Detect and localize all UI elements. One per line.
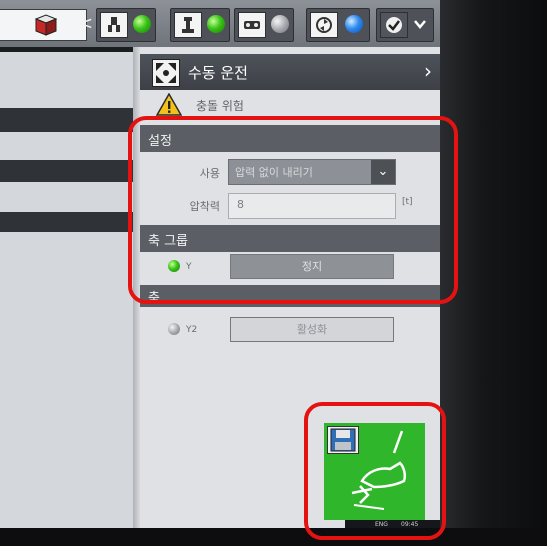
conveyor-icon (238, 12, 266, 38)
work-area-row (0, 108, 133, 132)
conveyor-status-group[interactable] (234, 8, 294, 42)
gripper-status-led (133, 15, 151, 33)
cube-icon[interactable] (33, 13, 59, 37)
robot-arm-icon (174, 12, 202, 38)
conveyor-status-led (271, 15, 289, 33)
cycle-status-led (345, 15, 363, 33)
work-area-row (0, 212, 133, 232)
robot-status-led (207, 15, 225, 33)
warning-text: 충돌 위험 (196, 99, 244, 113)
gripper-icon (100, 12, 128, 38)
confirm-status-group[interactable] (376, 8, 434, 42)
gripper-status-group[interactable] (96, 8, 156, 42)
robot-status-group[interactable] (170, 8, 230, 42)
axis-y2-activate-button[interactable]: 활성화 (230, 317, 394, 342)
expand-arrows-icon (152, 59, 180, 87)
warning-icon (156, 93, 182, 116)
panel-header[interactable]: 수동 운전 › (140, 54, 440, 90)
work-area-row (0, 160, 133, 182)
chevron-down-icon[interactable] (412, 15, 428, 33)
pedal-highlight-outline (304, 402, 446, 540)
monitor-bezel-bottom (0, 528, 547, 546)
axis-y2-status-led (168, 323, 180, 335)
axis-y2-name: Y2 (186, 325, 198, 335)
chevron-right-icon[interactable]: › (424, 59, 432, 83)
settings-highlight-outline (128, 116, 458, 304)
top-toolbar: < (0, 0, 440, 47)
panel-title: 수동 운전 (188, 64, 248, 82)
recycle-icon (310, 12, 338, 38)
main-work-area (0, 52, 133, 528)
checkmark-icon (380, 12, 408, 38)
back-arrow[interactable]: < (78, 11, 93, 37)
cycle-status-group[interactable] (306, 8, 370, 42)
